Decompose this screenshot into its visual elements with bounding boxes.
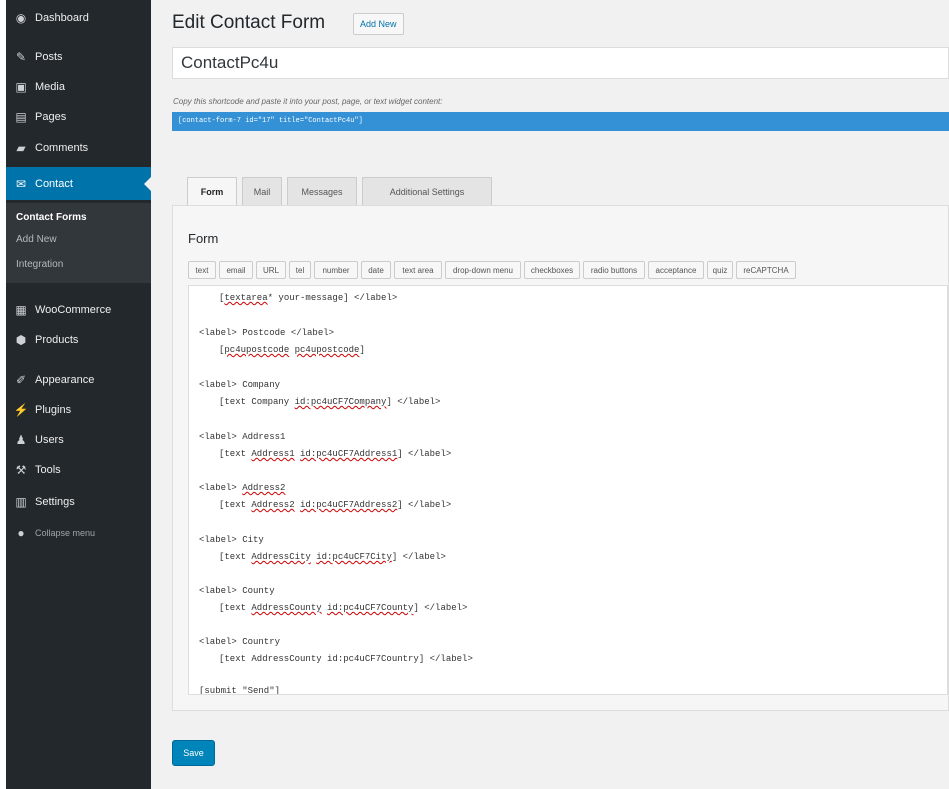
tag-quiz-button[interactable]: quiz <box>707 261 733 279</box>
tag-checkboxes-button[interactable]: checkboxes <box>524 261 580 279</box>
code-line: [text Address2 id:pc4uCF7Address2] </lab… <box>219 500 452 510</box>
menu-label: Posts <box>35 51 63 63</box>
tab-messages[interactable]: Messages <box>287 177 357 205</box>
menu-label: Settings <box>35 496 75 508</box>
submenu-integration[interactable]: Integration <box>16 259 63 270</box>
menu-woocommerce[interactable]: ▦ WooCommerce <box>6 297 151 323</box>
add-new-button[interactable]: Add New <box>353 13 404 35</box>
menu-dashboard[interactable]: ◉ Dashboard <box>6 5 151 31</box>
menu-label: Media <box>35 81 65 93</box>
menu-label: Pages <box>35 111 67 123</box>
users-icon: ♟ <box>15 433 27 447</box>
admin-sidebar: ◉ Dashboard ✎ Posts ▣ Media ▤ Pages ▰ Co… <box>6 0 151 789</box>
tag-textarea-button[interactable]: text area <box>394 261 442 279</box>
menu-label: Collapse menu <box>35 528 96 538</box>
menu-collapse[interactable]: ● Collapse menu <box>6 520 151 546</box>
code-line: [submit "Send"] <box>199 686 281 695</box>
tab-form[interactable]: Form <box>187 177 237 207</box>
code-line: <label> Postcode </label> <box>199 328 335 338</box>
code-line: <label> Address1 <box>199 432 286 442</box>
menu-label: Products <box>35 334 79 346</box>
code-line: [text AddressCounty id:pc4uCF7County] </… <box>219 603 468 613</box>
menu-media[interactable]: ▣ Media <box>6 74 151 100</box>
main-content: Edit Contact Form Add New Copy this shor… <box>151 0 949 789</box>
tab-mail[interactable]: Mail <box>242 177 282 205</box>
tag-radio-buttons-button[interactable]: radio buttons <box>583 261 645 279</box>
menu-plugins[interactable]: ⚡ Plugins <box>6 397 151 423</box>
panel-heading: Form <box>188 231 219 246</box>
shortcode-field[interactable]: [contact-form-7 id="17" title="ContactPc… <box>172 112 949 131</box>
woocommerce-icon: ▦ <box>15 303 27 317</box>
code-line: [textarea* your-message] </label> <box>219 293 398 303</box>
menu-contact[interactable]: ✉ Contact <box>6 167 151 200</box>
menu-tools[interactable]: ⚒ Tools <box>6 457 151 483</box>
pin-icon: ✎ <box>15 50 27 64</box>
code-line: <label> Address2 <box>199 483 286 493</box>
submenu-contact-forms[interactable]: Contact Forms <box>16 212 87 223</box>
comments-icon: ▰ <box>16 141 26 155</box>
form-code-editor[interactable]: [textarea* your-message] </label> <label… <box>188 285 948 695</box>
code-line: [text Address1 id:pc4uCF7Address1] </lab… <box>219 449 452 459</box>
menu-label: Contact <box>35 177 73 190</box>
tag-generator-bar: text email URL tel number date text area… <box>188 258 948 282</box>
code-line: <label> Company <box>199 380 281 390</box>
code-line: [text AddressCity id:pc4uCF7City] </labe… <box>219 552 446 562</box>
page-title: Edit Contact Form <box>172 12 326 33</box>
tag-text-button[interactable]: text <box>188 261 216 279</box>
tag-recaptcha-button[interactable]: reCAPTCHA <box>736 261 796 279</box>
code-line: <label> City <box>199 535 264 545</box>
settings-icon: ▥ <box>15 495 27 509</box>
form-title-input[interactable] <box>172 47 949 79</box>
menu-label: Appearance <box>35 374 95 386</box>
menu-label: WooCommerce <box>35 304 112 316</box>
tab-additional-settings[interactable]: Additional Settings <box>362 177 492 205</box>
tag-tel-button[interactable]: tel <box>289 261 311 279</box>
dashboard-icon: ◉ <box>15 11 27 25</box>
tag-email-button[interactable]: email <box>219 261 253 279</box>
menu-products[interactable]: ⬢ Products <box>6 327 151 353</box>
tag-acceptance-button[interactable]: acceptance <box>648 261 704 279</box>
appearance-icon: ✐ <box>15 373 27 387</box>
menu-settings[interactable]: ▥ Settings <box>6 489 151 515</box>
active-indicator <box>144 177 151 191</box>
tag-date-button[interactable]: date <box>361 261 391 279</box>
code-line: <label> Country <box>199 637 281 647</box>
form-panel: Form text email URL tel number date text… <box>172 205 949 711</box>
menu-users[interactable]: ♟ Users <box>6 427 151 453</box>
menu-posts[interactable]: ✎ Posts <box>6 44 151 70</box>
code-line: [text Company id:pc4uCF7Company] </label… <box>219 397 441 407</box>
shortcode-help-text: Copy this shortcode and paste it into yo… <box>173 97 443 106</box>
code-line: [text AddressCounty id:pc4uCF7Country] <… <box>219 654 473 664</box>
save-button[interactable]: Save <box>172 740 215 766</box>
collapse-icon: ● <box>17 526 25 540</box>
code-line: [pc4upostcode pc4upostcode] <box>219 345 365 355</box>
products-icon: ⬢ <box>15 333 27 347</box>
tag-number-button[interactable]: number <box>314 261 358 279</box>
media-icon: ▣ <box>15 80 27 94</box>
menu-label: Tools <box>35 464 61 476</box>
tools-icon: ⚒ <box>15 463 27 477</box>
tag-dropdown-button[interactable]: drop-down menu <box>445 261 521 279</box>
menu-comments[interactable]: ▰ Comments <box>6 135 151 161</box>
contact-submenu: Contact Forms Add New Integration <box>6 203 151 283</box>
menu-label: Users <box>35 434 64 446</box>
code-line: <label> County <box>199 586 275 596</box>
menu-pages[interactable]: ▤ Pages <box>6 104 151 130</box>
submenu-add-new[interactable]: Add New <box>16 234 57 245</box>
mail-icon: ✉ <box>15 176 27 191</box>
menu-label: Dashboard <box>35 12 89 24</box>
menu-label: Comments <box>35 142 89 154</box>
menu-appearance[interactable]: ✐ Appearance <box>6 367 151 393</box>
menu-label: Plugins <box>35 404 72 416</box>
plugins-icon: ⚡ <box>13 403 29 417</box>
tag-url-button[interactable]: URL <box>256 261 286 279</box>
pages-icon: ▤ <box>15 110 27 124</box>
